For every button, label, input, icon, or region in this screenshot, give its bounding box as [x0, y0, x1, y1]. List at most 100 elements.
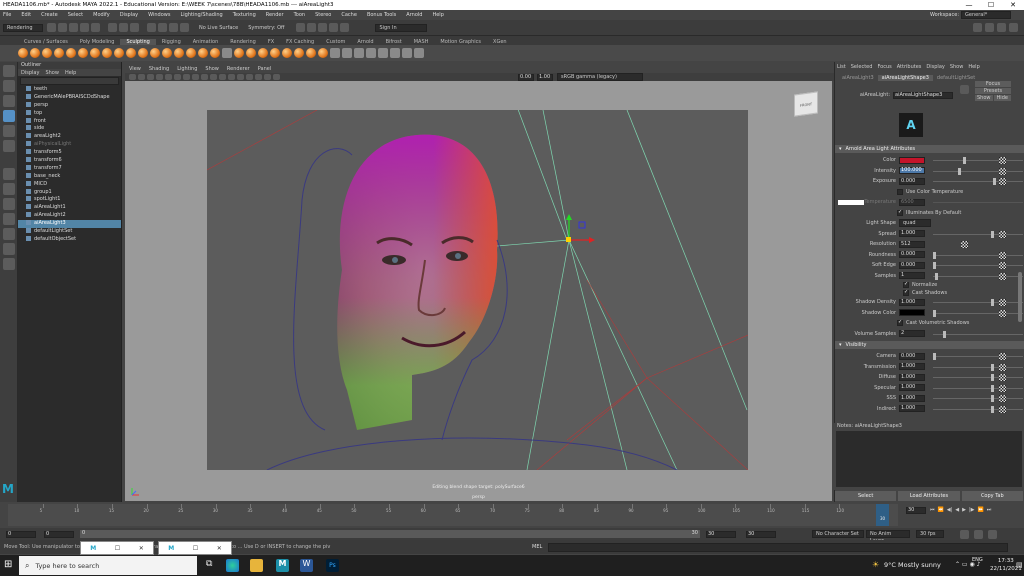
language-indicator[interactable]: ENG	[972, 557, 983, 563]
play-back-icon[interactable]: ◀	[955, 507, 959, 513]
shape-editor-icon[interactable]	[378, 48, 388, 58]
wax-tool-icon[interactable]	[138, 48, 148, 58]
pinch-tool-icon[interactable]	[66, 48, 76, 58]
visibility-field[interactable]: 0.000	[899, 352, 925, 360]
symmetry-label[interactable]: Symmetry: Off	[248, 25, 284, 31]
snap-surface-icon[interactable]	[180, 23, 189, 32]
tool-settings-icon[interactable]	[997, 23, 1006, 32]
outliner-item[interactable]: GenericMAlePBRAISCDdShape	[18, 93, 121, 102]
shadow-color-map-icon[interactable]	[999, 309, 1006, 317]
menu-help[interactable]: Help	[432, 12, 443, 18]
ae-menu-focus[interactable]: Focus	[877, 64, 891, 70]
bulge-tool-icon[interactable]	[198, 48, 208, 58]
visibility-field[interactable]: 1.000	[899, 384, 925, 392]
outliner-item[interactable]: spotLight1	[18, 196, 121, 204]
roundness-map-icon[interactable]	[999, 251, 1006, 259]
range-slider[interactable]: 0 30	[80, 530, 700, 538]
edge-browser-icon[interactable]	[226, 559, 239, 572]
samples-field[interactable]: 1	[899, 272, 925, 280]
sculpt-tool-b-icon[interactable]	[306, 48, 316, 58]
ae-node-name-field[interactable]: aiAreaLightShape3	[893, 91, 953, 99]
freeze-tool-icon[interactable]	[222, 48, 232, 58]
outliner-item[interactable]: persp	[18, 101, 121, 110]
select-button[interactable]: Select	[835, 491, 897, 501]
ae-menu-list[interactable]: List	[837, 64, 846, 70]
undo-icon[interactable]	[80, 23, 89, 32]
notifications-icon[interactable]: ▤	[1016, 561, 1023, 569]
isolate-select-icon[interactable]	[264, 74, 271, 80]
menu-file[interactable]: File	[3, 12, 11, 18]
light-shape-dropdown[interactable]: quad	[899, 219, 931, 228]
stamp-icon[interactable]	[282, 48, 292, 58]
fill-tool-icon[interactable]	[162, 48, 172, 58]
view-cube[interactable]: FRONT	[794, 91, 818, 117]
time-slider[interactable]: 5 10 15 20 25 30 35 40 45 50 55 60 65 70 75 80 85 90 95 100…	[8, 504, 898, 526]
normalize-checkbox[interactable]	[903, 281, 909, 288]
render-settings-icon[interactable]	[318, 23, 328, 32]
camera-attributes-icon[interactable]	[138, 74, 145, 80]
exposure-field[interactable]: 0.000	[899, 177, 925, 185]
smear-tool-icon[interactable]	[186, 48, 196, 58]
viewport-menu-show[interactable]: Show	[205, 66, 219, 72]
imprint-tool-icon[interactable]	[126, 48, 136, 58]
relax-tool-icon[interactable]	[42, 48, 52, 58]
viewport-menu-view[interactable]: View	[129, 66, 141, 72]
outliner-menu-help[interactable]: Help	[65, 70, 76, 76]
sculpt-tool-icon[interactable]	[18, 48, 28, 58]
outliner-item[interactable]: transform7	[18, 164, 121, 173]
maximize-button[interactable]: ☐	[980, 0, 1002, 10]
select-component-icon[interactable]	[130, 23, 139, 32]
menu-stereo[interactable]: Stereo	[315, 12, 331, 18]
soft-edge-slider[interactable]	[933, 262, 1023, 269]
workspace-dropdown[interactable]: General*	[961, 11, 1011, 19]
exposure-field[interactable]: 0.00	[518, 73, 534, 81]
visibility-field[interactable]: 1.000	[899, 363, 925, 371]
use-all-lights-icon[interactable]	[219, 74, 226, 80]
ae-menu-attributes[interactable]: Attributes	[897, 64, 922, 70]
visibility-field[interactable]: 1.000	[899, 394, 925, 402]
show-button[interactable]: Show	[975, 95, 993, 101]
visibility-map-icon[interactable]	[999, 363, 1006, 371]
persp-outliner-layout-icon[interactable]	[3, 198, 15, 210]
outliner-search-field[interactable]	[20, 77, 119, 85]
outliner-item[interactable]: aiAreaLight3	[18, 220, 121, 229]
soft-edge-map-icon[interactable]	[999, 262, 1006, 269]
shadow-color-slider[interactable]	[933, 309, 1023, 317]
mask-tool-icon[interactable]	[258, 48, 268, 58]
symmetry-icon[interactable]	[330, 48, 340, 58]
mesh-display-icon[interactable]	[342, 48, 352, 58]
ipr-render-icon[interactable]	[307, 23, 317, 32]
presets-button[interactable]: Presets	[975, 88, 1011, 94]
outliner-item[interactable]: defaultLightSet	[18, 228, 121, 236]
pose-editor-icon[interactable]	[390, 48, 400, 58]
cast-vol-shadows-checkbox[interactable]	[897, 319, 903, 327]
character-set-dropdown[interactable]: No Character Set	[812, 530, 864, 538]
focus-button[interactable]: Focus	[975, 81, 1011, 87]
color-map-icon[interactable]	[999, 157, 1006, 164]
wireframe-icon[interactable]	[192, 74, 199, 80]
menu-toon[interactable]: Toon	[294, 12, 306, 18]
amplify-tool-icon[interactable]	[210, 48, 220, 58]
menu-display[interactable]: Display	[120, 12, 138, 18]
notes-textarea[interactable]	[836, 431, 1022, 487]
hypershade-icon[interactable]	[329, 23, 339, 32]
knife-tool-icon[interactable]	[174, 48, 184, 58]
sculpt-layer-icon[interactable]	[270, 48, 280, 58]
snap-point-icon[interactable]	[169, 23, 178, 32]
menu-bonus-tools[interactable]: Bonus Tools	[367, 12, 396, 18]
scale-tool-icon[interactable]	[3, 140, 15, 152]
resolution-gate-icon[interactable]	[183, 74, 190, 80]
visibility-map-icon[interactable]	[999, 405, 1006, 413]
scene-render[interactable]	[207, 110, 748, 470]
visibility-field[interactable]: 1.000	[899, 405, 925, 413]
viewport-menu-renderer[interactable]: Renderer	[227, 66, 250, 72]
shadow-density-field[interactable]: 1.000	[899, 298, 925, 306]
visibility-slider[interactable]	[933, 384, 1023, 392]
windows-start-icon[interactable]: ⊞	[4, 559, 12, 570]
visibility-slider[interactable]	[933, 395, 1023, 402]
visibility-field[interactable]: 1.000	[899, 373, 925, 381]
flatten-tool-icon[interactable]	[78, 48, 88, 58]
spread-map-icon[interactable]	[999, 230, 1006, 238]
minimized-window-1-restore-icon[interactable]: ☐	[115, 545, 120, 552]
render-frame-icon[interactable]	[296, 23, 306, 32]
